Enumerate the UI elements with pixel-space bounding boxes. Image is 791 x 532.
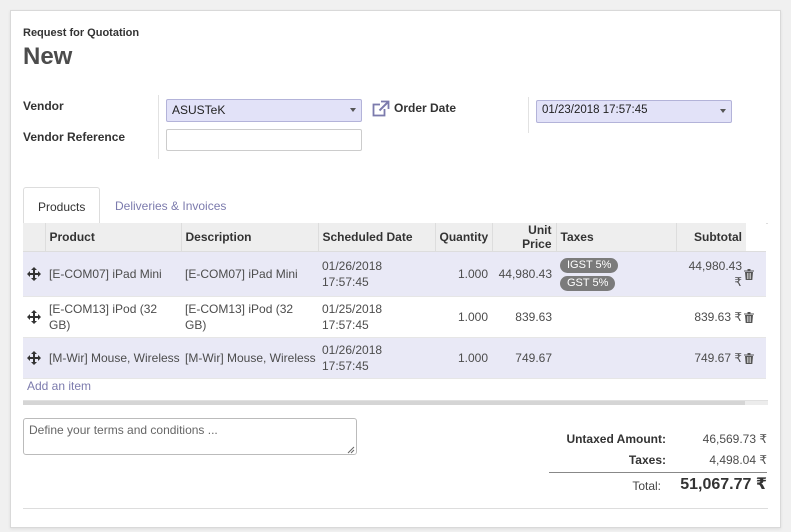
vendor-value: ASUSTeK (172, 103, 226, 117)
trash-icon[interactable] (744, 311, 754, 323)
vendor-reference-label: Vendor Reference (23, 130, 126, 144)
move-icon[interactable] (27, 351, 41, 365)
move-icon[interactable] (27, 267, 41, 281)
line-unit-price[interactable]: 44,980.43 (492, 251, 556, 297)
trash-icon[interactable] (744, 352, 754, 364)
delete-header (746, 223, 766, 252)
horizontal-scrollbar[interactable] (23, 400, 768, 405)
line-subtotal: 749.67 ₹ (676, 337, 746, 379)
line-quantity[interactable]: 1.000 (435, 337, 492, 379)
total-label: Total: (632, 479, 661, 493)
handle-header (23, 223, 45, 252)
column-header-description[interactable]: Description (180, 223, 318, 252)
tab-products[interactable]: Products (23, 187, 101, 224)
untaxed-amount-label: Untaxed Amount: (566, 432, 666, 446)
chevron-down-icon[interactable] (350, 108, 356, 112)
tax-tag[interactable]: GST 5% (560, 276, 616, 291)
line-taxes[interactable] (556, 337, 676, 379)
table-header-row: Product Description Scheduled Date Quant… (23, 223, 766, 252)
line-scheduled-date[interactable]: 01/25/2018 17:57:45 (318, 296, 435, 338)
line-scheduled-date[interactable]: 01/26/2018 17:57:45 (318, 337, 435, 379)
resize-handle-icon[interactable] (347, 446, 355, 454)
taxes-label: Taxes: (628, 453, 666, 467)
external-link-icon[interactable] (372, 100, 390, 118)
line-product[interactable]: [M-Wir] Mouse, Wireless (45, 337, 181, 379)
line-quantity[interactable]: 1.000 (435, 296, 492, 338)
line-subtotal: 44,980.43 ₹ (676, 251, 746, 297)
vendor-label: Vendor (23, 99, 64, 113)
total-value: 51,067.77 ₹ (680, 476, 767, 493)
column-header-subtotal[interactable]: Subtotal (675, 223, 746, 252)
untaxed-amount-value: 46,569.73 ₹ (702, 432, 767, 446)
order-date-select[interactable]: 01/23/2018 17:57:45 (536, 100, 732, 123)
vendor-select[interactable]: ASUSTeK (166, 99, 362, 122)
line-description[interactable]: [M-Wir] Mouse, Wireless (181, 337, 318, 379)
line-description[interactable]: [E-COM07] iPad Mini (181, 251, 318, 297)
trash-icon[interactable] (744, 268, 754, 280)
document-type: Request for Quotation (23, 27, 140, 39)
line-taxes[interactable] (556, 296, 676, 338)
tax-tag[interactable]: IGST 5% (560, 258, 619, 273)
chevron-down-icon[interactable] (720, 109, 726, 113)
column-header-scheduled-date[interactable]: Scheduled Date (317, 223, 435, 252)
line-description[interactable]: [E-COM13] iPod (32 GB) (181, 296, 318, 338)
line-unit-price[interactable]: 749.67 (492, 337, 556, 379)
move-icon[interactable] (27, 310, 41, 324)
order-date-value: 01/23/2018 17:57:45 (542, 104, 648, 116)
line-unit-price[interactable]: 839.63 (492, 296, 556, 338)
form-sheet: Request for Quotation New Vendor Vendor … (10, 10, 781, 528)
notebook-tabs: Products Deliveries & Invoices (23, 187, 768, 224)
taxes-value: 4,498.04 ₹ (709, 453, 767, 467)
column-header-quantity[interactable]: Quantity (434, 223, 492, 252)
bottom-divider (23, 508, 768, 509)
table-row[interactable]: [M-Wir] Mouse, Wireless [M-Wir] Mouse, W… (23, 337, 766, 379)
add-item-link[interactable]: Add an item (27, 379, 91, 393)
terms-and-conditions-input[interactable] (23, 418, 357, 455)
totals-divider (549, 472, 767, 473)
column-header-taxes[interactable]: Taxes (555, 223, 676, 252)
column-header-unit-price[interactable]: Unit Price (491, 223, 556, 252)
scrollbar-thumb[interactable] (23, 401, 745, 405)
label-separator (158, 95, 159, 159)
column-header-product[interactable]: Product (44, 223, 181, 252)
line-product[interactable]: [E-COM07] iPad Mini (45, 251, 181, 297)
page-title: New (23, 43, 73, 70)
table-row[interactable]: [E-COM07] iPad Mini [E-COM07] iPad Mini … (23, 251, 766, 297)
vendor-reference-input[interactable] (166, 129, 362, 151)
line-scheduled-date[interactable]: 01/26/2018 17:57:45 (318, 251, 435, 297)
date-separator (528, 97, 529, 133)
line-quantity[interactable]: 1.000 (435, 251, 492, 297)
tab-deliveries-invoices[interactable]: Deliveries & Invoices (101, 187, 240, 224)
line-taxes[interactable]: IGST 5% GST 5% (556, 251, 676, 297)
order-date-label: Order Date (394, 101, 457, 115)
line-subtotal: 839.63 ₹ (676, 296, 746, 338)
order-lines-table: Product Description Scheduled Date Quant… (23, 223, 766, 379)
line-product[interactable]: [E-COM13] iPod (32 GB) (45, 296, 181, 338)
table-row[interactable]: [E-COM13] iPod (32 GB) [E-COM13] iPod (3… (23, 296, 766, 338)
